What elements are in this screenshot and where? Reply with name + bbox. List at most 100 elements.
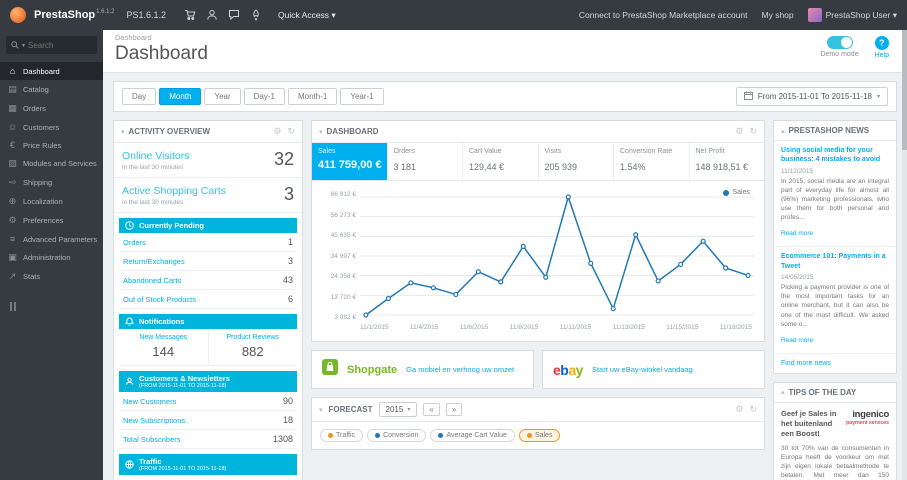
shopgate-ad[interactable]: Shopgate Ga mobiel en verhoog uw omzet (311, 350, 534, 389)
marketplace-link[interactable]: Connect to PrestaShop Marketplace accoun… (579, 10, 748, 20)
sidebar-item-modules[interactable]: ▧ Modules and Services (0, 154, 103, 173)
preferences-icon: ⚙ (8, 215, 17, 225)
quick-access-menu[interactable]: Quick Access ▾ (278, 10, 336, 21)
pending-link[interactable]: Return/Exchanges (123, 257, 185, 266)
y-tick-label: 3 082 € (334, 314, 356, 321)
kpi-visits[interactable]: Visits 205 939 (539, 143, 614, 180)
date-range-picker[interactable]: From 2015-11-01 To 2015-11-18 ▾ (735, 87, 888, 106)
news-item-title-link[interactable]: Using social media for your business: 4 … (781, 146, 889, 165)
messages-icon[interactable] (228, 9, 240, 21)
ebay-ad-link[interactable]: Start uw eBay-winkel vandaag (592, 365, 693, 374)
chevron-down-icon[interactable]: ▾ (121, 128, 125, 136)
ebay-logo: ebay (553, 361, 583, 378)
sidebar-search[interactable]: ▾ (6, 36, 97, 54)
period-year-1-button[interactable]: Year-1 (340, 88, 384, 105)
help-button[interactable]: ? Help (875, 36, 889, 59)
rocket-icon[interactable] (250, 9, 262, 21)
activity-overview-panel: ▾ ACTIVITY OVERVIEW ⚙ ↻ Online Visitors in… (113, 120, 303, 480)
sidebar-item-orders[interactable]: ▦ Orders (0, 99, 103, 118)
demo-mode-toggle[interactable]: Demo mode (820, 36, 859, 59)
period-day-button[interactable]: Day (122, 88, 157, 105)
new-messages-cell[interactable]: New Messages 144 (119, 329, 209, 365)
legend-dot-icon (723, 189, 730, 196)
chevron-up-icon[interactable]: ▴ (781, 388, 785, 396)
forecast-legend-average-cart-value[interactable]: Average Cart Value (430, 429, 515, 442)
gear-icon[interactable]: ⚙ (735, 126, 743, 137)
refresh-icon[interactable]: ↻ (749, 404, 757, 415)
find-more-news-link[interactable]: Find more news (774, 354, 896, 373)
forecast-next-button[interactable]: » (445, 403, 463, 416)
kpi-row: Sales 411 759,00 € Orders 3 181 Cart Value… (312, 143, 764, 181)
search-input[interactable] (28, 40, 92, 50)
chart-legend[interactable]: Sales (723, 189, 750, 196)
period-year-button[interactable]: Year (204, 88, 241, 105)
period-month-button[interactable]: Month (159, 88, 202, 105)
legend-dot-icon (526, 433, 532, 438)
read-more-link[interactable]: Read more (781, 337, 813, 344)
search-scope-caret-icon[interactable]: ▾ (22, 42, 25, 49)
cart-icon[interactable] (184, 9, 196, 21)
refresh-icon[interactable]: ↻ (749, 126, 757, 137)
chevron-up-icon[interactable]: ▴ (781, 127, 785, 135)
shop-name[interactable]: PS1.6.1.2 (127, 10, 167, 20)
gear-icon[interactable]: ⚙ (273, 126, 281, 137)
sidebar-item-shipping[interactable]: ⇨ Shipping (0, 173, 103, 192)
period-month-1-button[interactable]: Month-1 (287, 88, 338, 105)
pending-link[interactable]: Out of Stock Products (123, 295, 196, 304)
sidebar-item-advanced-parameters[interactable]: ≡ Advanced Parameters (0, 230, 103, 248)
active-carts-label[interactable]: Active Shopping Carts (122, 185, 226, 197)
forecast-legend-traffic[interactable]: Traffic (320, 429, 364, 442)
page-scrollbar[interactable] (902, 30, 907, 480)
customers-link[interactable]: New Subscriptions (123, 416, 185, 425)
breadcrumb[interactable]: Dashboard (115, 33, 208, 42)
customers-notification-icon[interactable] (206, 9, 218, 21)
news-item-title-link[interactable]: Ecommerce 101: Payments in a Tweet (781, 252, 889, 271)
chevron-down-icon[interactable]: ▾ (319, 406, 323, 414)
sidebar-item-localization[interactable]: ⊕ Localization (0, 192, 103, 211)
shopgate-ad-link[interactable]: Ga mobiel en verhoog uw omzet (406, 365, 514, 374)
user-menu[interactable]: PrestaShop User ▾ (807, 8, 897, 22)
pending-link[interactable]: Orders (123, 238, 146, 247)
kpi-orders[interactable]: Orders 3 181 (388, 143, 463, 180)
online-visitors-label[interactable]: Online Visitors (122, 150, 190, 162)
forecast-prev-button[interactable]: « (423, 403, 440, 416)
kpi-conversion-rate[interactable]: Conversion Rate 1.54% (614, 143, 690, 180)
chart-point (633, 232, 639, 238)
sidebar-item-dashboard[interactable]: ⌂ Dashboard (0, 62, 103, 80)
google-analytics-link[interactable]: Link to your Google Analytics account (119, 475, 297, 480)
kpi-net-profit[interactable]: Net Profit 148 918,51 € (690, 143, 765, 180)
product-reviews-link[interactable]: Product Reviews (211, 334, 296, 341)
x-tick-label: 11/6/2015 (459, 324, 489, 331)
read-more-link[interactable]: Read more (781, 230, 813, 237)
topbar-notification-icons (184, 9, 262, 21)
sidebar-item-preferences[interactable]: ⚙ Preferences (0, 211, 103, 230)
kpi-sales[interactable]: Sales 411 759,00 € (312, 143, 388, 180)
pending-link[interactable]: Abandoned Carts (123, 276, 181, 285)
chevron-down-icon[interactable]: ▾ (319, 128, 323, 136)
new-messages-link[interactable]: New Messages (121, 334, 206, 341)
refresh-icon[interactable]: ↻ (287, 126, 295, 137)
period-day-1-button[interactable]: Day-1 (243, 88, 285, 105)
ebay-ad[interactable]: ebay Start uw eBay-winkel vandaag (542, 350, 765, 389)
kpi-cart-value[interactable]: Cart Value 129,44 € (463, 143, 539, 180)
forecast-legend-conversion[interactable]: Conversion (367, 429, 427, 442)
sales-line-chart[interactable] (360, 191, 754, 321)
customers-link[interactable]: New Customers (123, 397, 176, 406)
sidebar-item-customers[interactable]: ☺ Customers (0, 118, 103, 136)
sidebar-collapse-button[interactable] (10, 302, 103, 311)
sidebar-item-label: Advanced Parameters (23, 234, 98, 244)
forecast-legend-sales[interactable]: Sales (518, 429, 561, 442)
sidebar-item-price-rules[interactable]: € Price Rules (0, 136, 103, 154)
my-shop-link[interactable]: My shop (762, 10, 794, 20)
product-reviews-cell[interactable]: Product Reviews 882 (209, 329, 298, 365)
toggle-switch-icon[interactable] (826, 36, 853, 49)
sidebar-item-catalog[interactable]: ▤ Catalog (0, 80, 103, 99)
customers-link[interactable]: Total Subscribers (123, 435, 181, 444)
sidebar-item-stats[interactable]: ↗ Stats (0, 267, 103, 286)
chart-point (565, 194, 571, 200)
gear-icon[interactable]: ⚙ (735, 404, 743, 415)
forecast-year-select[interactable]: 2015 ▾ (378, 402, 418, 417)
prestashop-logo-icon[interactable] (10, 7, 26, 23)
brand-title[interactable]: PrestaShop1.6.1.2 (34, 9, 115, 21)
sidebar-item-administration[interactable]: ▣ Administration (0, 248, 103, 267)
